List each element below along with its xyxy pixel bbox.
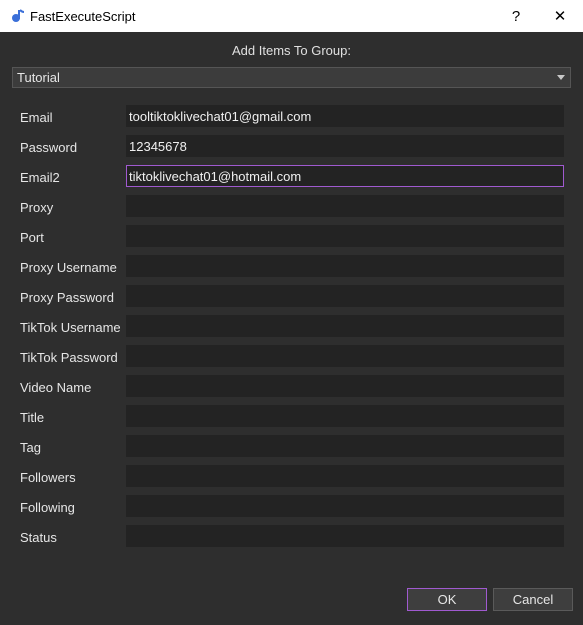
proxy-username-label: Proxy Username <box>20 260 117 275</box>
proxy-field[interactable] <box>126 195 564 217</box>
tiktok-username-field[interactable] <box>126 315 564 337</box>
email-field[interactable]: tooltiktoklivechat01@gmail.com <box>126 105 564 127</box>
email2-field[interactable]: tiktoklivechat01@hotmail.com <box>126 165 564 187</box>
field-row-following: Following <box>0 495 583 519</box>
followers-field[interactable] <box>126 465 564 487</box>
tag-field[interactable] <box>126 435 564 457</box>
cancel-button[interactable]: Cancel <box>493 588 573 611</box>
field-row-status: Status <box>0 525 583 549</box>
tiktok-password-label: TikTok Password <box>20 350 118 365</box>
field-row-proxy-username: Proxy Username <box>0 255 583 279</box>
field-row-tiktok-password: TikTok Password <box>0 345 583 369</box>
app-icon <box>12 9 25 22</box>
field-row-email: Email tooltiktoklivechat01@gmail.com <box>0 105 583 129</box>
proxy-password-label: Proxy Password <box>20 290 114 305</box>
window-title: FastExecuteScript <box>30 9 136 24</box>
password-label: Password <box>20 140 78 155</box>
dialog-header: Add Items To Group: <box>232 43 351 58</box>
video-name-label: Video Name <box>20 380 92 395</box>
status-field[interactable] <box>126 525 564 547</box>
followers-label: Followers <box>20 470 76 485</box>
field-row-video-name: Video Name <box>0 375 583 399</box>
proxy-username-field[interactable] <box>126 255 564 277</box>
field-row-proxy-password: Proxy Password <box>0 285 583 309</box>
proxy-label: Proxy <box>20 200 54 215</box>
title-bar: FastExecuteScript ? ✕ <box>0 0 583 32</box>
field-row-tag: Tag <box>0 435 583 459</box>
port-field[interactable] <box>126 225 564 247</box>
password-field[interactable]: 12345678 <box>126 135 564 157</box>
proxy-password-field[interactable] <box>126 285 564 307</box>
group-select[interactable]: Tutorial <box>12 67 571 88</box>
group-select-value: Tutorial <box>17 70 60 85</box>
tag-label: Tag <box>20 440 41 455</box>
field-row-port: Port <box>0 225 583 249</box>
title-field[interactable] <box>126 405 564 427</box>
chevron-down-icon[interactable] <box>557 75 565 80</box>
field-row-title: Title <box>0 405 583 429</box>
following-label: Following <box>20 500 75 515</box>
email-label: Email <box>20 110 53 125</box>
title-label: Title <box>20 410 45 425</box>
video-name-field[interactable] <box>126 375 564 397</box>
dialog-window: FastExecuteScript ? ✕ Add Items To Group… <box>0 0 583 625</box>
tiktok-password-field[interactable] <box>126 345 564 367</box>
field-row-proxy: Proxy <box>0 195 583 219</box>
help-button[interactable]: ? <box>493 0 539 32</box>
port-label: Port <box>20 230 44 245</box>
following-field[interactable] <box>126 495 564 517</box>
field-row-followers: Followers <box>0 465 583 489</box>
field-row-tiktok-username: TikTok Username <box>0 315 583 339</box>
field-row-email2: Email2 tiktoklivechat01@hotmail.com <box>0 165 583 189</box>
email2-label: Email2 <box>20 170 60 185</box>
tiktok-username-label: TikTok Username <box>20 320 121 335</box>
close-button[interactable]: ✕ <box>537 0 583 32</box>
status-label: Status <box>20 530 57 545</box>
ok-button[interactable]: OK <box>407 588 487 611</box>
field-row-password: Password 12345678 <box>0 135 583 159</box>
